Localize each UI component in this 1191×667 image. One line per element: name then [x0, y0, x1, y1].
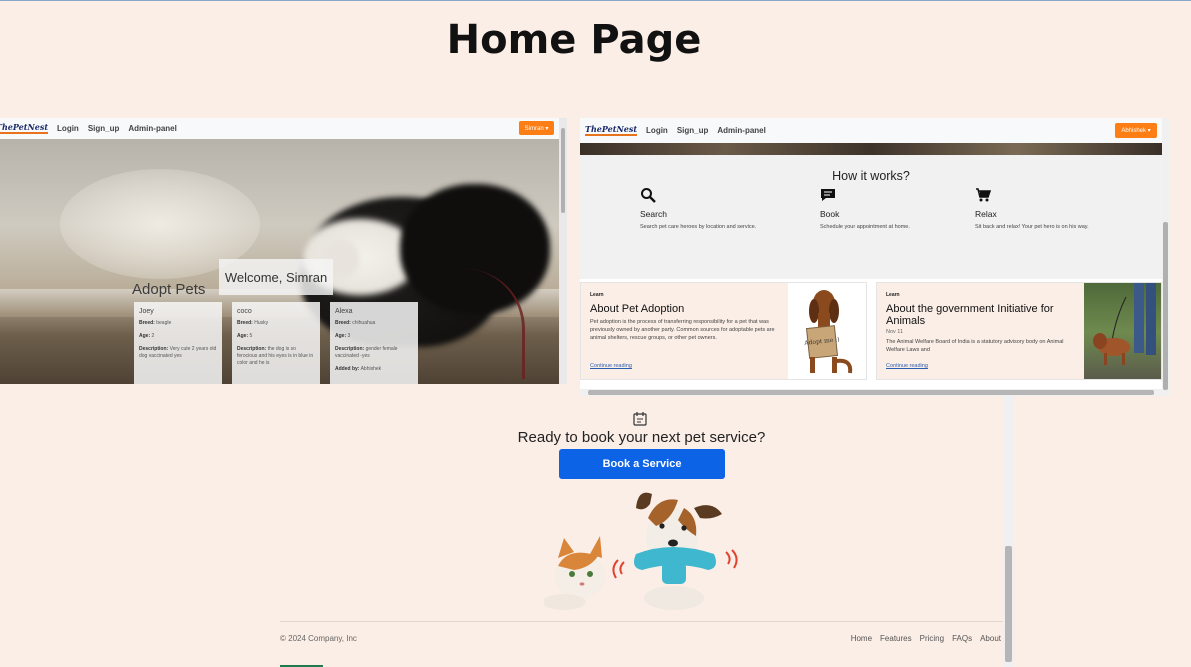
cta-section: Ready to book your next pet service? Boo…: [280, 396, 1014, 667]
scroll-thumb[interactable]: [1005, 546, 1012, 662]
footer-link-pricing[interactable]: Pricing: [920, 634, 944, 643]
scroll-thumb[interactable]: [588, 390, 1154, 395]
vertical-scrollbar[interactable]: [1003, 396, 1014, 667]
footer-link-about[interactable]: About: [980, 634, 1001, 643]
dachshund-adopt-image: Adopt me :): [788, 283, 866, 379]
article-tag: Learn: [886, 292, 900, 298]
user-menu-button[interactable]: Simran ▾: [519, 121, 554, 135]
article-text: Learn About Pet Adoption Pet adoption is…: [581, 283, 788, 379]
age-label: Age:: [335, 333, 347, 339]
nav-signup[interactable]: Sign_up: [88, 124, 120, 133]
breed-label: Breed:: [139, 320, 155, 326]
scroll-thumb[interactable]: [561, 128, 565, 213]
slide-title: Home Page: [446, 17, 702, 63]
step-desc: Sit back and relax! Your pet hero is on …: [975, 224, 1089, 230]
article-title: About the government Initiative for Anim…: [886, 303, 1054, 327]
step-desc: Schedule your appointment at home.: [820, 224, 910, 230]
article-text: Learn About the government Initiative fo…: [877, 283, 1084, 379]
left-screenshot: ThePetNest Login Sign_up Admin-panel Sim…: [0, 118, 567, 384]
pet-card[interactable]: Joey Breed: beagle Age: 2 Description: V…: [134, 302, 222, 384]
user-menu-button[interactable]: Abhishek ▾: [1115, 123, 1157, 138]
copyright-text: © 2024 Company, Inc: [280, 634, 357, 643]
step-search: Search Search pet care heroes by locatio…: [640, 187, 756, 230]
step-book: Book Schedule your appointment at home.: [820, 187, 910, 230]
pet-card[interactable]: coco Breed: Husky Age: 5 Description: th…: [232, 302, 320, 384]
dog-on-leash-image: [1084, 283, 1161, 379]
site-logo[interactable]: ThePetNest: [585, 125, 638, 136]
pet-card[interactable]: Alexa Breed: chihuahua Age: 3 Descriptio…: [330, 302, 418, 384]
site-logo[interactable]: ThePetNest: [0, 123, 49, 134]
description-label: Description:: [139, 346, 169, 352]
breed-label: Breed:: [237, 320, 253, 326]
pet-breed: beagle: [156, 320, 172, 326]
footer-divider: [280, 621, 1003, 622]
right-screenshot: ThePetNest Login Sign_up Admin-panel Abh…: [580, 118, 1169, 396]
vertical-scrollbar[interactable]: [1162, 118, 1169, 396]
continue-reading-link[interactable]: Continue reading: [590, 363, 632, 369]
footer-nav: Home Features Pricing FAQs About: [851, 634, 1001, 643]
article-card[interactable]: Learn About Pet Adoption Pet adoption is…: [580, 282, 867, 380]
pet-age: 5: [249, 333, 253, 339]
breed-label: Breed:: [335, 320, 351, 326]
nav-login[interactable]: Login: [646, 126, 668, 135]
article-body: The Animal Welfare Board of India is a s…: [886, 339, 1064, 353]
cta-title: Ready to book your next pet service?: [517, 429, 766, 446]
hero-image: Welcome, Simran Adopt Pets Joey Breed: b…: [0, 139, 559, 384]
article-body: Pet adoption is the process of transferr…: [590, 319, 775, 341]
vertical-scrollbar[interactable]: [559, 118, 567, 384]
nav-admin-panel[interactable]: Admin-panel: [128, 124, 176, 133]
step-title: Search: [640, 209, 667, 219]
horizontal-scrollbar[interactable]: [580, 389, 1162, 396]
description-label: Description:: [335, 346, 365, 352]
welcome-banner: Welcome, Simran: [219, 259, 333, 295]
how-it-works-title: How it works?: [832, 169, 910, 183]
book-service-button[interactable]: Book a Service: [559, 449, 725, 479]
pet-breed: chihuahua: [352, 320, 376, 326]
adopt-pets-title: Adopt Pets: [132, 281, 206, 298]
article-card[interactable]: Learn About the government Initiative fo…: [876, 282, 1162, 380]
hero-image-strip: [580, 143, 1162, 155]
pet-age: 2: [151, 333, 155, 339]
pet-name: coco: [237, 308, 252, 315]
footer-link-features[interactable]: Features: [880, 634, 912, 643]
article-date: Nov 11: [886, 329, 904, 335]
cart-icon: [975, 187, 1089, 207]
calendar-chat-icon: [632, 411, 648, 431]
age-label: Age:: [139, 333, 151, 339]
navbar: ThePetNest Login Sign_up Admin-panel Sim…: [0, 118, 567, 139]
navbar: ThePetNest Login Sign_up Admin-panel Abh…: [580, 118, 1162, 143]
pet-breed: Husky: [254, 320, 269, 326]
step-relax: Relax Sit back and relax! Your pet hero …: [975, 187, 1089, 230]
scroll-thumb[interactable]: [1163, 222, 1168, 390]
pet-name: Alexa: [335, 308, 353, 315]
step-desc: Search pet care heroes by location and s…: [640, 224, 757, 230]
pet-added-by: Abhishek: [360, 366, 382, 372]
step-title: Relax: [975, 209, 997, 219]
step-title: Book: [820, 209, 840, 219]
article-tag: Learn: [590, 292, 604, 298]
footer-link-faqs[interactable]: FAQs: [952, 634, 972, 643]
continue-reading-link[interactable]: Continue reading: [886, 363, 928, 369]
pet-age: 3: [347, 333, 351, 339]
search-icon: [640, 187, 756, 207]
nav-signup[interactable]: Sign_up: [677, 126, 709, 135]
nav-admin-panel[interactable]: Admin-panel: [717, 126, 765, 135]
added-by-label: Added by:: [335, 366, 360, 372]
footer-link-home[interactable]: Home: [851, 634, 872, 643]
description-label: Description:: [237, 346, 267, 352]
nav-login[interactable]: Login: [57, 124, 79, 133]
article-title: About Pet Adoption: [590, 303, 685, 315]
dog-cat-phone-illustration: [542, 488, 744, 610]
chat-icon: [820, 187, 910, 207]
pet-name: Joey: [139, 308, 154, 315]
how-it-works-section: How it works? Search Search pet care her…: [580, 155, 1162, 279]
age-label: Age:: [237, 333, 249, 339]
